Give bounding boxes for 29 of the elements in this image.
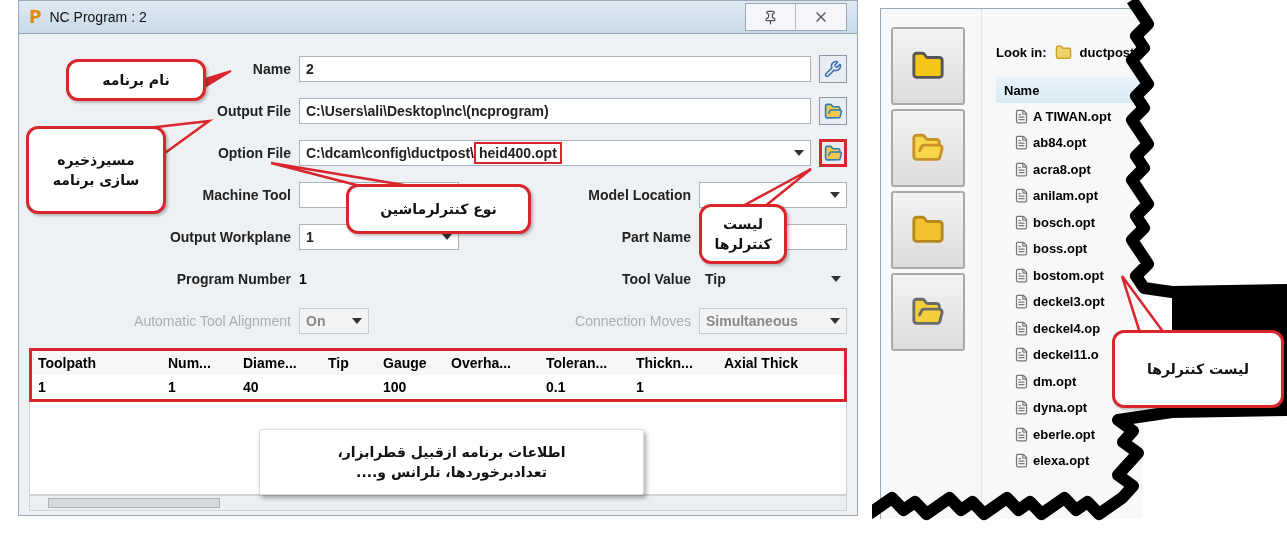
field-label: Tool Value <box>622 271 691 287</box>
field-label: Option File <box>217 145 291 161</box>
highlighted-file-name: heid400.opt <box>474 142 562 164</box>
annotation-tooltip: لیست کنترلرها <box>1112 330 1284 408</box>
annotation-tooltip: مسیرذخیره سازی برنامه <box>26 126 166 214</box>
table-cell-text: 1 <box>168 379 177 395</box>
window-title: NC Program : 2 <box>49 9 147 25</box>
field-label: Model Location <box>588 187 691 203</box>
field-value: 1 <box>299 271 307 287</box>
look-in-label: Look in: <box>996 44 1047 60</box>
table-cell-text: 100 <box>383 379 408 395</box>
table-cell-text: 40 <box>243 379 260 395</box>
table-cell-text: 1 <box>38 379 47 395</box>
field-label: Part Name <box>621 229 691 245</box>
app-logo: P <box>29 7 42 27</box>
field-label: Output File <box>217 103 291 119</box>
annotation-tooltip: نوع کنترلرماشین <box>346 184 531 234</box>
annotation-tooltip: اطلاعات برنامه ازقبیل قطرابزار، تعدادبرخوردها، تلرانس و.... <box>259 429 644 495</box>
field-label: Automatic Tool Alignment <box>134 313 291 329</box>
field-label: Program Number <box>176 271 291 287</box>
field-label: Output Workplane <box>169 229 291 245</box>
annotation-tooltip: نام برنامه <box>66 59 206 101</box>
field-label: Name <box>252 61 291 77</box>
file-path-text: C:\dcam\config\ductpost\ <box>306 145 474 161</box>
table-cell-text: 0.1 <box>546 379 567 395</box>
field-label: Connection Moves <box>575 313 691 329</box>
field-label: Machine Tool <box>202 187 291 203</box>
table-cell-text: 1 <box>636 379 645 395</box>
annotation-tooltip: لیست کنترلرها <box>699 204 787 264</box>
